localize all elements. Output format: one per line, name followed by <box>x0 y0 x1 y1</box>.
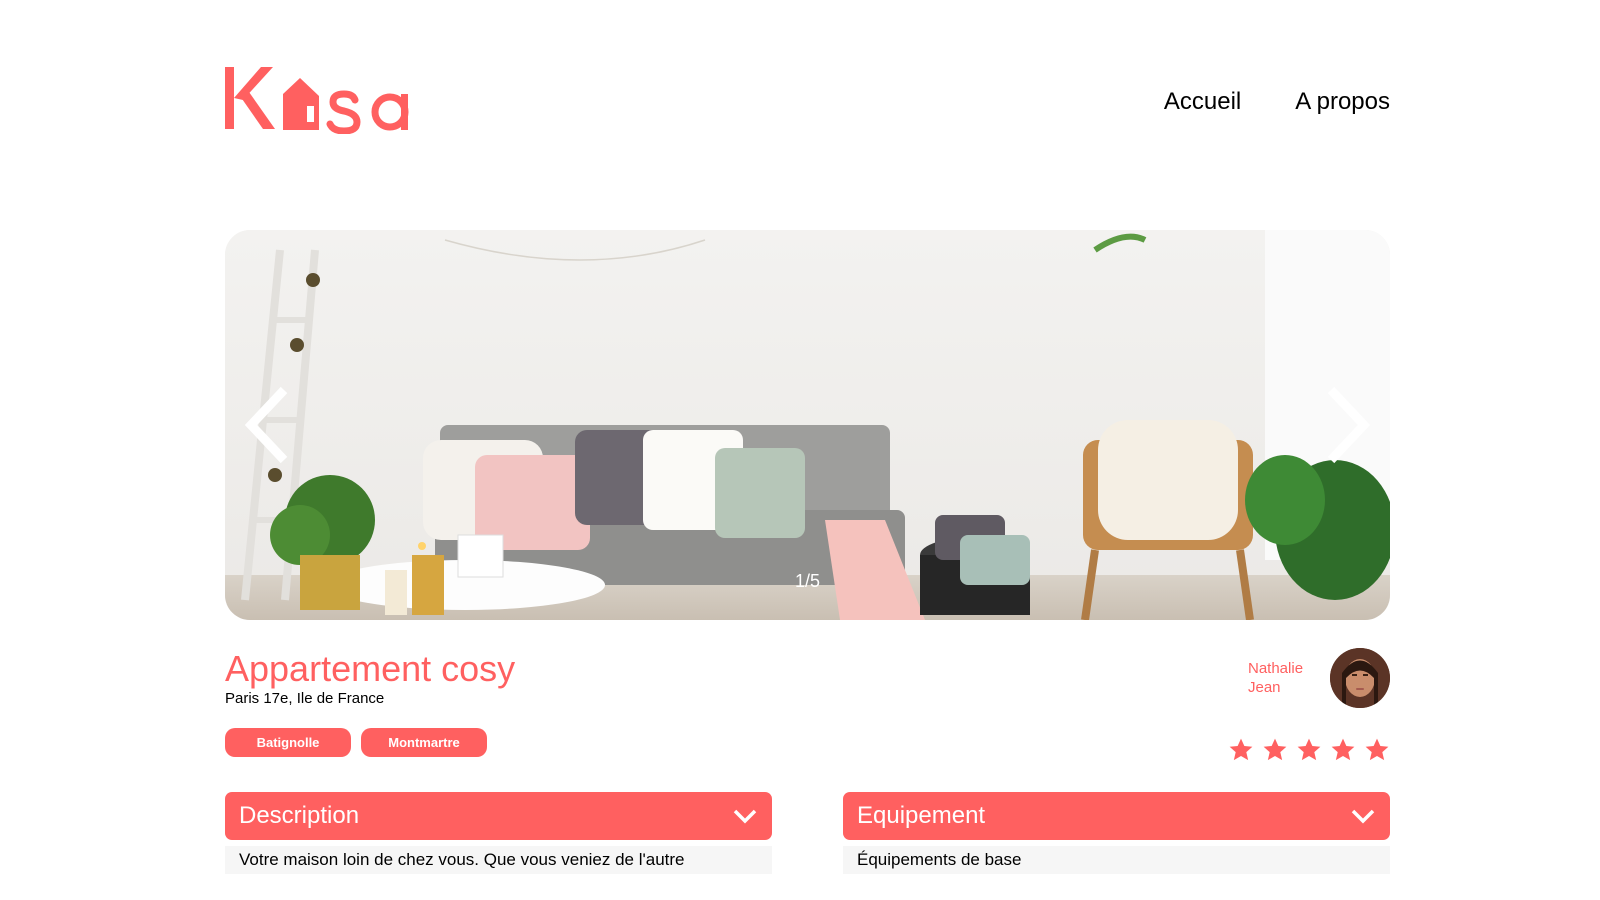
rating-stars <box>1228 737 1390 763</box>
listing-photo <box>225 230 1390 620</box>
collapse-title: Description <box>239 802 360 829</box>
host-avatar <box>1330 648 1390 708</box>
collapse-equipement: Equipement Équipements de base <box>843 792 1390 874</box>
chevron-down-icon[interactable] <box>732 807 758 825</box>
collapse-description: Description Votre maison loin de chez vo… <box>225 792 772 874</box>
kasa-logo[interactable] <box>225 64 425 134</box>
listing-location: Paris 17e, Ile de France <box>225 690 385 707</box>
main-nav: Accueil A propos <box>1164 88 1390 116</box>
star-icon <box>1365 738 1389 761</box>
carousel-counter: 1/5 <box>794 571 821 591</box>
nav-link-a-propos[interactable]: A propos <box>1295 88 1390 116</box>
star-icon <box>1331 738 1355 761</box>
host-last-name: Jean <box>1248 679 1281 696</box>
nav-link-accueil[interactable]: Accueil <box>1164 88 1241 116</box>
host-name: Nathalie Jean <box>1248 659 1318 697</box>
star-icon <box>1229 738 1253 761</box>
host-info: Nathalie Jean <box>1248 648 1390 708</box>
chevron-right-icon <box>1327 386 1371 464</box>
collapse-description-toggle[interactable]: Description <box>225 792 772 840</box>
carousel-prev-button[interactable] <box>239 380 299 470</box>
star-icon <box>1297 738 1321 761</box>
header: Accueil A propos <box>225 64 1390 136</box>
collapse-content: Votre maison loin de chez vous. Que vous… <box>225 846 772 874</box>
tag-montmartre: Montmartre <box>361 728 487 757</box>
listing-title: Appartement cosy <box>225 648 516 689</box>
collapse-equipement-toggle[interactable]: Equipement <box>843 792 1390 840</box>
tag-list: Batignolle Montmartre <box>225 728 487 757</box>
chevron-down-icon[interactable] <box>1350 807 1376 825</box>
chevron-left-icon <box>244 386 288 464</box>
collapse-content: Équipements de base <box>843 846 1390 874</box>
collapse-title: Equipement <box>857 802 986 829</box>
host-first-name: Nathalie <box>1248 660 1304 677</box>
star-icon <box>1263 738 1287 761</box>
image-carousel: 1/5 <box>225 230 1390 620</box>
carousel-next-button[interactable] <box>1316 380 1376 470</box>
tag-batignolle: Batignolle <box>225 728 351 757</box>
